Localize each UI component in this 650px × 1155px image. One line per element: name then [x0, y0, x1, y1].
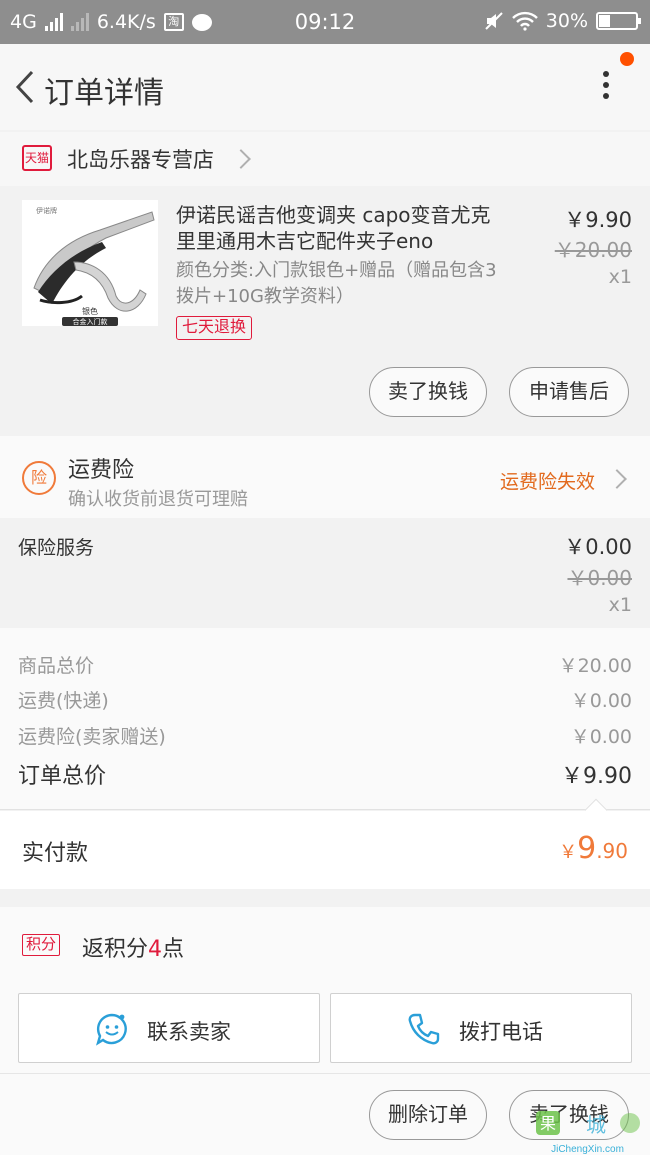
shipping-value: ￥0.00 [570, 690, 632, 712]
page-header: 订单详情 [0, 44, 650, 130]
product-price: ￥9.90 [564, 208, 632, 232]
price-summary: 商品总价 ￥20.00 运费(快递) ￥0.00 运费险(卖家赠送) ￥0.00… [0, 628, 650, 810]
product-item[interactable]: 伊诺牌 银色 合金入门款 伊诺民谣吉他变调夹 capo变音尤克里里通用木吉它配件… [0, 190, 650, 432]
points-badge: 积分 [22, 934, 61, 956]
page-title: 订单详情 [44, 76, 164, 111]
notification-dot [620, 52, 634, 66]
points-text: 返积分4点 [82, 931, 184, 963]
payment-currency: ￥ [559, 842, 578, 863]
goods-total-label: 商品总价 [18, 655, 95, 677]
contact-seller-button[interactable]: 联系卖家 [18, 993, 320, 1063]
points-value: 4 [148, 937, 163, 962]
watermark-site: JiChengXin.com [551, 1144, 624, 1155]
payment-integer: 9 [577, 831, 597, 866]
points-prefix: 返积分 [82, 937, 149, 962]
product-title[interactable]: 伊诺民谣吉他变调夹 capo变音尤克里里通用木吉它配件夹子eno [176, 202, 506, 254]
delete-order-button[interactable]: 删除订单 [369, 1090, 487, 1140]
order-total-line: 订单总价 ￥9.90 [18, 758, 632, 789]
insurance-service-label: 保险服务 [18, 537, 95, 559]
divider [0, 1073, 650, 1074]
actual-payment-amount: ￥9.90 [559, 831, 628, 866]
call-phone-button[interactable]: 拨打电话 [330, 993, 632, 1063]
goods-total-line: 商品总价 ￥20.00 [18, 651, 632, 681]
product-image[interactable]: 伊诺牌 银色 合金入门款 [22, 200, 158, 326]
insurance-service-row: 保险服务 ￥0.00 ￥0.00 x1 [0, 520, 650, 626]
product-sku: 颜色分类:入门款银色+赠品（赠品包含3拨片+10G教学资料） [176, 260, 497, 307]
sell-for-cash-button[interactable]: 卖了换钱 [369, 367, 487, 417]
shipping-line: 运费(快递) ￥0.00 [18, 686, 632, 716]
product-original-price: ￥20.00 [554, 238, 632, 262]
chevron-right-icon [231, 149, 251, 169]
battery-icon [596, 12, 641, 30]
order-total-label: 订单总价 [18, 764, 107, 789]
image-brand-text: 伊诺牌 [36, 206, 57, 215]
insurance-service-quantity: x1 [608, 594, 632, 616]
chevron-right-icon [607, 469, 627, 489]
shipping-insurance-value: ￥0.00 [570, 726, 632, 748]
freight-insurance-title: 运费险 [68, 458, 135, 483]
actual-payment-row: 实付款 ￥9.90 [0, 811, 650, 889]
order-total-value: ￥9.90 [561, 764, 632, 789]
shipping-insurance-label: 运费险(卖家赠送) [18, 726, 166, 748]
mute-icon [485, 12, 503, 30]
product-quantity: x1 [608, 266, 632, 288]
actual-payment-label: 实付款 [22, 841, 89, 866]
tmall-badge: 天猫 [22, 145, 52, 171]
status-bar: 4G 6.4K/s 淘 09:12 30% [0, 0, 650, 44]
watermark-logo-char: 果 [540, 1114, 556, 1133]
goods-total-value: ￥20.00 [558, 655, 632, 677]
contact-seller-label: 联系卖家 [147, 1020, 231, 1044]
battery-percent: 30% [545, 10, 588, 32]
insurance-service-price: ￥0.00 [564, 535, 632, 559]
apply-after-sale-button[interactable]: 申请售后 [509, 367, 629, 417]
freight-insurance-subtitle: 确认收货前退货可理赔 [68, 489, 248, 510]
insurance-service-original-price: ￥0.00 [567, 566, 632, 590]
insurance-icon: 险 [22, 461, 56, 495]
shipping-label: 运费(快递) [18, 690, 109, 712]
seven-day-return-tag: 七天退换 [176, 316, 253, 340]
call-phone-label: 拨打电话 [459, 1020, 543, 1044]
payment-decimal: .90 [596, 839, 628, 863]
back-arrow-icon[interactable] [12, 68, 40, 106]
watermark-cn-text: 城 [586, 1113, 606, 1137]
phone-icon [408, 1013, 440, 1045]
freight-insurance-status[interactable]: 运费险失效 [500, 467, 595, 494]
image-caption-color: 银色 [82, 306, 98, 316]
points-suffix: 点 [162, 937, 185, 962]
shop-name[interactable]: 北岛乐器专营店 [67, 144, 214, 174]
shop-row[interactable]: 天猫 北岛乐器专营店 [0, 132, 650, 186]
chat-smile-icon [96, 1013, 127, 1046]
more-options-icon[interactable] [596, 68, 616, 108]
shipping-insurance-line: 运费险(卖家赠送) ￥0.00 [18, 722, 632, 752]
image-caption-model: 合金入门款 [73, 317, 108, 326]
wifi-icon [511, 11, 538, 31]
freight-insurance-row[interactable]: 险 运费险 确认收货前退货可理赔 运费险失效 [0, 436, 650, 518]
